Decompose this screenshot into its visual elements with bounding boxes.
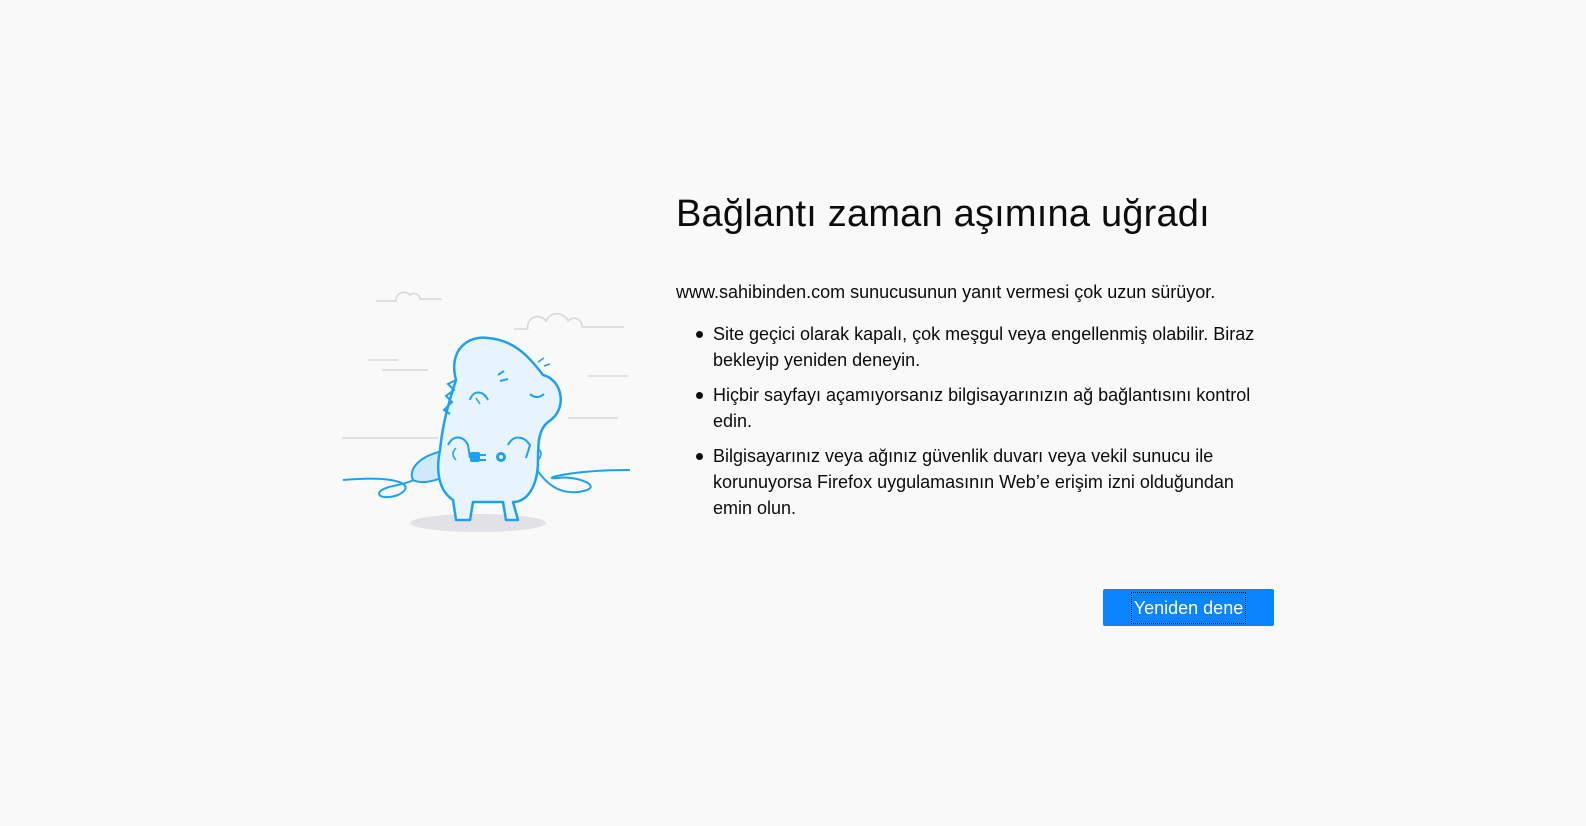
retry-button[interactable]: Yeniden dene bbox=[1103, 589, 1274, 626]
error-description: www.sahibinden.com sunucusunun yanıt ver… bbox=[676, 282, 1216, 303]
list-item: Site geçici olarak kapalı, çok meşgul ve… bbox=[696, 321, 1276, 373]
list-item: Hiçbir sayfayı açamıyorsanız bilgisayarı… bbox=[696, 382, 1276, 434]
retry-button-label: Yeniden dene bbox=[1130, 591, 1247, 624]
list-item: Bilgisayarınız veya ağınız güvenlik duva… bbox=[696, 443, 1276, 521]
error-content: Bağlantı zaman aşımına uğradı www.sahibi… bbox=[676, 190, 1276, 530]
reasons-list: Site geçici olarak kapalı, çok meşgul ve… bbox=[676, 321, 1276, 521]
button-container: Yeniden dene bbox=[1103, 589, 1274, 626]
page-title: Bağlantı zaman aşımına uğradı bbox=[676, 193, 1210, 235]
sad-dinosaur-unplugged-icon bbox=[338, 280, 638, 540]
error-page: Bağlantı zaman aşımına uğradı www.sahibi… bbox=[0, 0, 1586, 826]
